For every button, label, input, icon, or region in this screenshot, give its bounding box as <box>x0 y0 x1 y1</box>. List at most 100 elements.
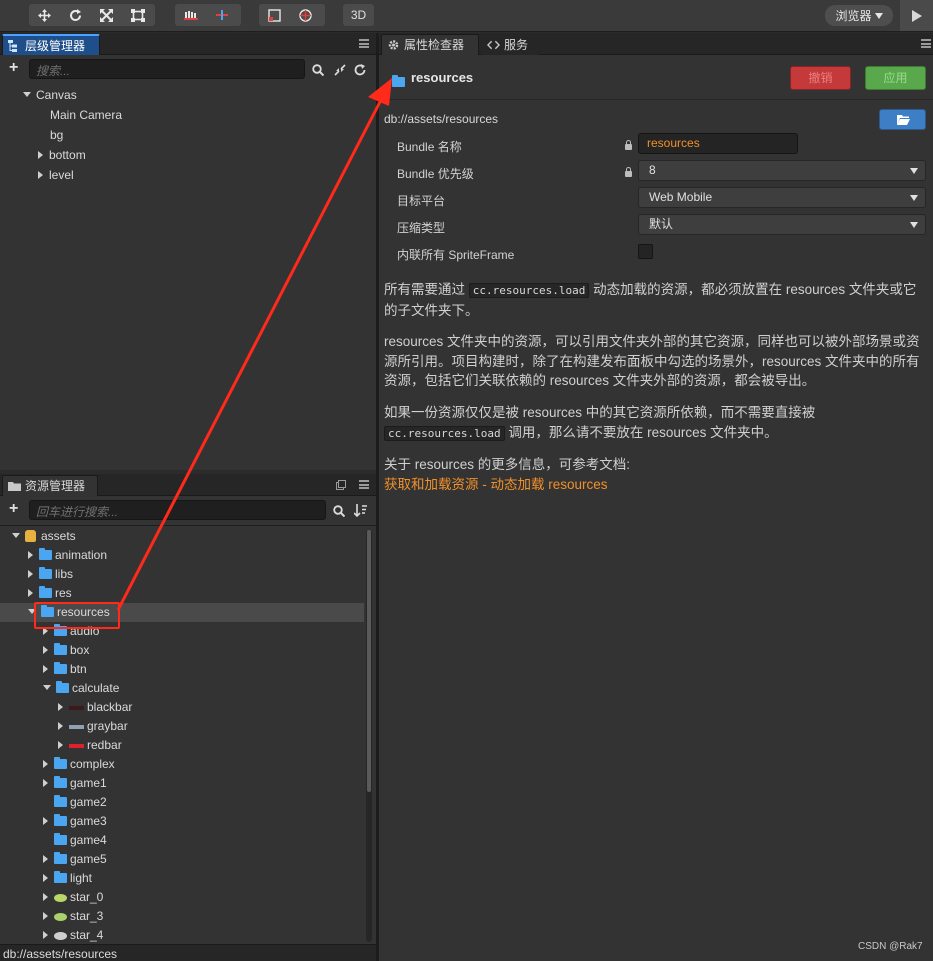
assets-search-input[interactable]: 回车进行搜索... <box>29 500 326 520</box>
add-node-button[interactable]: + <box>9 59 18 77</box>
doc-paragraph-1: 所有需要通过 cc.resources.load 动态加载的资源，都必须放置在 … <box>384 280 926 320</box>
search-icon[interactable] <box>333 505 345 517</box>
asset-path: db://assets/resources <box>384 112 499 126</box>
refresh-icon[interactable] <box>354 64 366 76</box>
target-platform-select[interactable]: Web Mobile <box>638 187 926 208</box>
asset-item[interactable]: light <box>43 869 92 888</box>
tab-inspector[interactable]: 属性检查器 <box>381 34 479 55</box>
tab-service[interactable]: 服务 <box>481 34 539 55</box>
inspector-menu-icon[interactable] <box>921 39 931 48</box>
hierarchy-menu-icon[interactable] <box>359 39 369 48</box>
rotate-icon[interactable] <box>60 4 91 26</box>
asset-item[interactable]: calculate <box>43 679 119 698</box>
pivot-icon[interactable] <box>175 4 206 26</box>
chevron-right-icon[interactable] <box>43 873 48 882</box>
asset-item[interactable]: box <box>43 641 89 660</box>
bundle-priority-select[interactable]: 8 <box>638 160 926 181</box>
hierarchy-node[interactable]: bottom <box>38 146 86 165</box>
asset-item[interactable]: game3 <box>43 812 107 831</box>
bundle-name-field[interactable]: resources <box>638 133 798 154</box>
preview-platform-select[interactable]: 浏览器 <box>825 5 893 26</box>
local-icon[interactable] <box>206 4 237 26</box>
asset-item[interactable]: game1 <box>43 774 107 793</box>
revert-button[interactable]: 撤销 <box>790 66 851 90</box>
popout-icon[interactable] <box>336 480 346 490</box>
search-icon[interactable] <box>312 64 324 76</box>
chevron-right-icon[interactable] <box>43 911 48 920</box>
compression-select[interactable]: 默认 <box>638 214 926 235</box>
move-icon[interactable] <box>29 4 60 26</box>
tab-assets[interactable]: 资源管理器 <box>2 475 98 496</box>
inline-spriteframe-checkbox[interactable] <box>638 244 653 259</box>
collapse-all-icon[interactable] <box>334 64 346 76</box>
scale-icon[interactable] <box>91 4 122 26</box>
asset-name: resources <box>411 70 474 85</box>
sort-icon[interactable] <box>354 504 367 517</box>
assets-menu-icon[interactable] <box>359 480 369 489</box>
chevron-down-icon <box>910 195 918 201</box>
hierarchy-node[interactable]: Canvas <box>23 86 77 105</box>
asset-item[interactable]: libs <box>28 565 73 584</box>
compression-label: 压缩类型 <box>397 221 446 235</box>
show-in-explorer-button[interactable] <box>879 109 926 130</box>
chevron-right-icon[interactable] <box>28 569 33 578</box>
chevron-right-icon[interactable] <box>43 930 48 939</box>
chevron-down-icon[interactable] <box>43 685 51 691</box>
chevron-right-icon[interactable] <box>43 664 48 673</box>
asset-item[interactable]: star_0 <box>43 888 103 907</box>
pivot-tool-group <box>175 4 241 26</box>
toggle-3d-button[interactable]: 3D <box>343 4 374 26</box>
asset-item[interactable]: complex <box>43 755 115 774</box>
tab-hierarchy[interactable]: 层级管理器 <box>2 34 100 55</box>
asset-item[interactable]: assets <box>12 527 76 546</box>
hierarchy-node[interactable]: level <box>38 166 74 185</box>
lock-icon <box>625 140 632 150</box>
asset-item[interactable]: animation <box>28 546 107 565</box>
hierarchy-panel: 层级管理器 + 搜索... Canvas Main Camera bg bottom l… <box>0 33 376 470</box>
chevron-right-icon[interactable] <box>43 816 48 825</box>
chevron-right-icon[interactable] <box>38 150 43 159</box>
chevron-down-icon[interactable] <box>23 92 31 98</box>
hierarchy-node[interactable]: bg <box>38 126 63 145</box>
assets-scrollbar-thumb[interactable] <box>367 530 371 792</box>
play-button[interactable] <box>900 0 933 31</box>
folder-icon <box>54 642 67 655</box>
global-icon[interactable] <box>290 4 321 26</box>
doc-link[interactable]: 获取和加载资源 - 动态加载 resources <box>384 477 608 492</box>
doc-p1-text-a: 所有需要通过 <box>384 282 465 297</box>
asset-item[interactable]: graybar <box>58 717 128 736</box>
anchor-icon[interactable] <box>259 4 290 26</box>
rect-icon[interactable] <box>122 4 153 26</box>
asset-item[interactable]: blackbar <box>58 698 132 717</box>
asset-item[interactable]: res <box>28 584 72 603</box>
chevron-right-icon[interactable] <box>43 645 48 654</box>
chevron-right-icon[interactable] <box>58 702 63 711</box>
hierarchy-search-input[interactable]: 搜索... <box>29 59 305 79</box>
apply-button[interactable]: 应用 <box>865 66 926 90</box>
chevron-right-icon[interactable] <box>58 740 63 749</box>
asset-item[interactable]: game2 <box>43 793 107 812</box>
chevron-right-icon[interactable] <box>28 550 33 559</box>
chevron-down-icon[interactable] <box>12 533 20 539</box>
doc-paragraph-3: 如果一份资源仅仅是被 resources 中的其它资源所依赖，而不需要直接被 cc… <box>384 403 926 443</box>
chevron-right-icon[interactable] <box>58 721 63 730</box>
asset-item-label: libs <box>55 567 74 581</box>
assets-scrollbar[interactable] <box>366 530 372 942</box>
add-asset-button[interactable]: + <box>9 500 18 518</box>
asset-item[interactable]: star_3 <box>43 907 103 926</box>
chevron-right-icon[interactable] <box>43 759 48 768</box>
asset-item[interactable]: redbar <box>58 736 122 755</box>
chevron-right-icon[interactable] <box>38 170 43 179</box>
folder-icon <box>56 680 69 693</box>
asset-item[interactable]: game4 <box>43 831 107 850</box>
asset-item[interactable]: btn <box>43 660 87 679</box>
chevron-right-icon[interactable] <box>43 778 48 787</box>
chevron-right-icon[interactable] <box>43 854 48 863</box>
asset-item[interactable]: game5 <box>43 850 107 869</box>
chevron-right-icon[interactable] <box>43 892 48 901</box>
browser-label: 浏览器 <box>835 9 872 23</box>
sprite-bar-icon <box>69 705 84 710</box>
chevron-right-icon[interactable] <box>28 588 33 597</box>
hierarchy-node[interactable]: Main Camera <box>38 106 122 125</box>
asset-item[interactable]: star_4 <box>43 926 103 945</box>
